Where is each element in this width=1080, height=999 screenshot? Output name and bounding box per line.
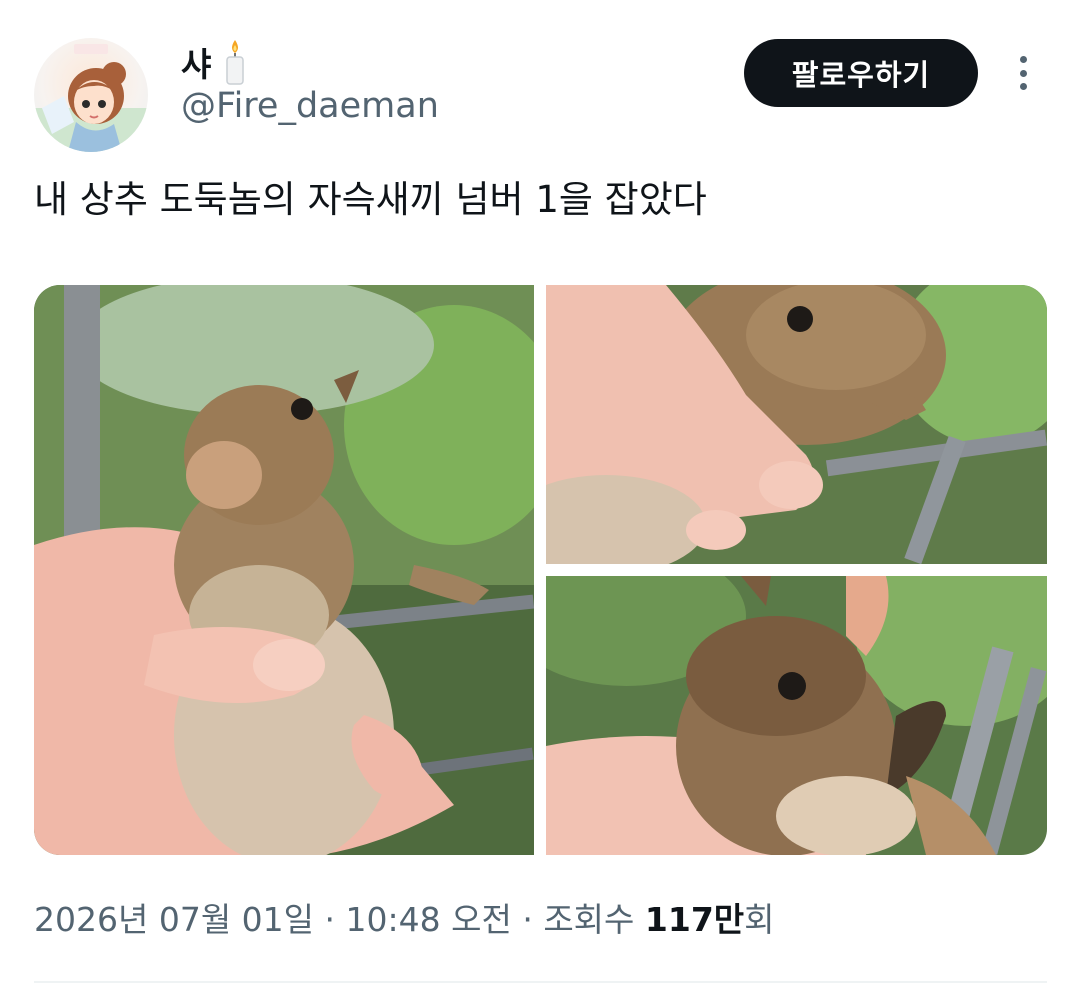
media-grid	[34, 285, 1047, 855]
tweet-photo-1[interactable]	[34, 285, 534, 855]
avatar[interactable]	[34, 38, 148, 152]
more-dot	[1019, 56, 1027, 63]
photo-rabbit-side	[546, 285, 1047, 564]
photo-rabbit-front	[34, 285, 534, 855]
more-dot	[1019, 69, 1027, 77]
meta-separator: ·	[511, 900, 544, 939]
candle-icon	[222, 38, 248, 86]
tweet-date[interactable]: 2026년 07월 01일	[34, 900, 314, 939]
author-handle[interactable]: @Fire_daeman	[181, 86, 439, 126]
tweet-meta: 2026년 07월 01일 · 10:48 오전 · 조회수 117만회	[34, 893, 775, 941]
divider	[34, 981, 1047, 983]
meta-separator: ·	[314, 900, 346, 939]
views-label: 조회수	[543, 900, 645, 939]
follow-button[interactable]: 팔로우하기	[744, 39, 978, 107]
tweet-photo-3[interactable]	[546, 576, 1047, 855]
views-count: 117만	[644, 900, 745, 939]
views-suffix: 회	[744, 900, 775, 939]
tweet-text: 내 상추 도둑놈의 자슥새끼 넘버 1을 잡았다	[34, 178, 707, 221]
author-name-row: 샤	[181, 38, 248, 86]
avatar-illustration	[34, 44, 148, 152]
photo-rabbit-closeup	[546, 576, 1047, 855]
more-vertical-icon[interactable]	[1007, 50, 1039, 96]
tweet-time[interactable]: 10:48 오전	[346, 900, 512, 939]
tweet-photo-2[interactable]	[546, 285, 1047, 564]
display-name[interactable]: 샤	[181, 38, 212, 86]
more-dot	[1019, 83, 1027, 90]
